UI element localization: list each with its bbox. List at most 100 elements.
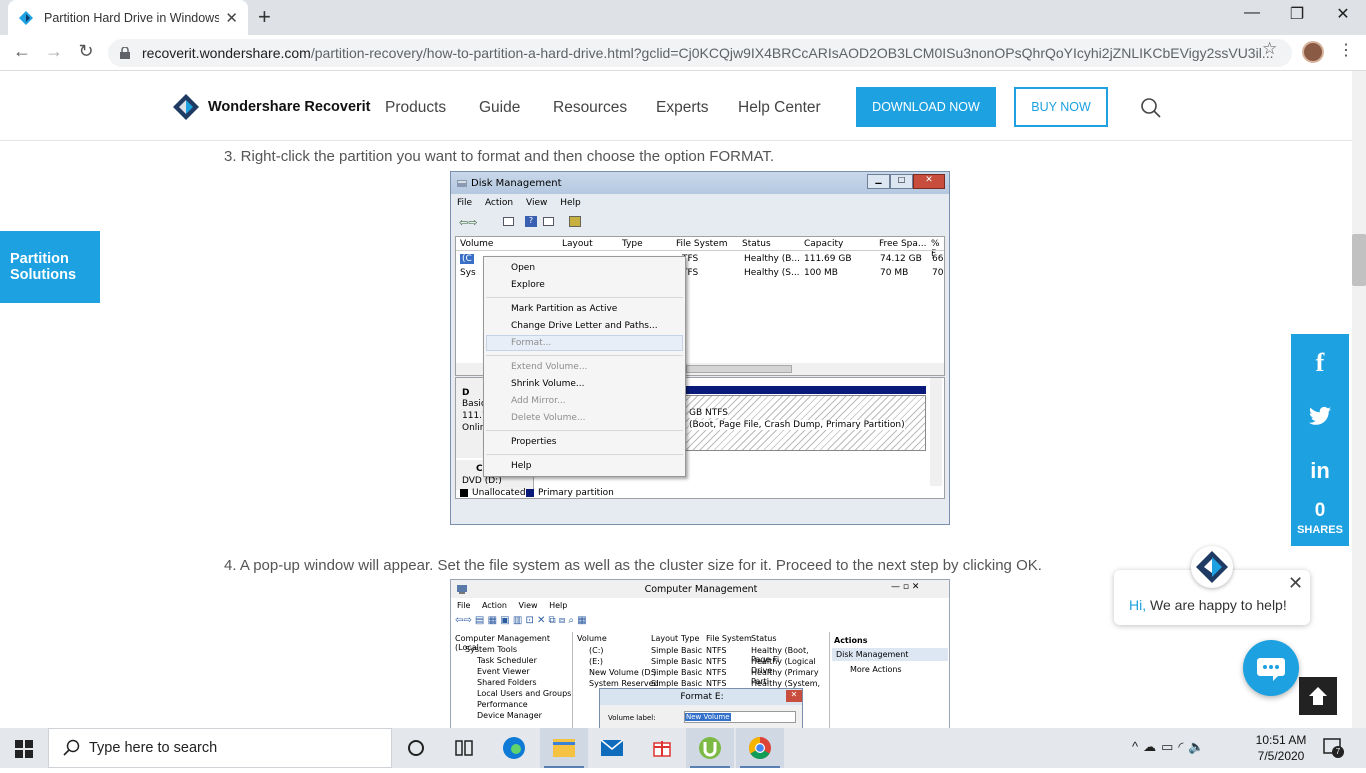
scroll-to-top-button[interactable] — [1299, 677, 1337, 715]
chat-close-icon[interactable]: ✕ — [1288, 573, 1303, 594]
linkedin-icon[interactable]: in — [1291, 458, 1349, 484]
url-path: /partition-recovery/how-to-partition-a-h… — [310, 45, 1274, 61]
cm-row-c-volume: (C:) — [589, 646, 604, 655]
task-view-cortana-icon[interactable] — [392, 728, 440, 768]
dm-col-status: Status — [742, 239, 771, 249]
cm-toolbar-icons: ⇦⇨ ▤ ▦ ▣ ▥ ⊡ ✕ ⧉ ⧈ ⌕ ▦ — [455, 615, 587, 626]
dm-partition-block: GB NTFS (Boot, Page File, Crash Dump, Pr… — [676, 395, 926, 451]
cm-row-e-layout: Simple — [651, 657, 679, 666]
cm-tree-system-tools: System Tools — [465, 645, 518, 654]
cm-tree: Computer Management (Local System Tools … — [453, 632, 573, 728]
cm-window-buttons-icon: — ▫ ✕ — [891, 582, 920, 592]
dm-row-c-free: 74.12 GB — [880, 254, 922, 264]
cm-actions-title: Actions — [834, 636, 868, 645]
forward-icon[interactable]: → — [42, 41, 66, 62]
file-explorer-icon[interactable] — [540, 728, 588, 768]
gift-app-icon[interactable] — [638, 728, 686, 768]
tab-close-icon[interactable]: ✕ — [225, 9, 238, 27]
recoverit-favicon-icon — [19, 10, 33, 25]
cm-row-c-fs: NTFS — [706, 646, 727, 655]
dm-row-c-status: Healthy (B... — [744, 254, 801, 264]
search-icon[interactable] — [1140, 97, 1162, 119]
ctx-separator — [486, 454, 683, 455]
cm-actions-disk-management: Disk Management — [832, 648, 948, 661]
nav-products[interactable]: Products — [385, 99, 446, 117]
ctx-add-mirror: Add Mirror... — [511, 396, 566, 406]
dm-col-layout: Layout — [562, 239, 593, 249]
page-scrollbar[interactable] — [1352, 71, 1366, 728]
url-host: recoverit.wondershare.com — [142, 45, 311, 61]
buy-now-button[interactable]: BUY NOW — [1014, 87, 1108, 127]
nav-guide[interactable]: Guide — [479, 99, 520, 117]
ctx-separator — [486, 355, 683, 356]
site-header: Wondershare Recoverit Products Guide Res… — [0, 71, 1352, 141]
dm-row-sys-status: Healthy (S... — [744, 268, 800, 278]
chat-bubble-icon — [1257, 658, 1285, 681]
chrome-icon[interactable] — [736, 728, 784, 768]
dm-col-free: Free Spa... — [879, 239, 927, 249]
mail-icon[interactable] — [588, 728, 636, 768]
ctx-format: Format... — [511, 338, 552, 348]
download-now-button[interactable]: DOWNLOAD NOW — [856, 87, 996, 127]
cm-format-title: Format E: — [680, 692, 724, 702]
cm-row-e-fs: NTFS — [706, 657, 727, 666]
dm-menubar: File Action View Help — [457, 198, 581, 208]
dm-col-volume: Volume — [460, 239, 494, 249]
site-logo[interactable]: Wondershare Recoverit — [172, 93, 371, 121]
notification-center-icon[interactable]: 7 — [1322, 736, 1346, 760]
page-scrollbar-thumb[interactable] — [1352, 234, 1366, 286]
windows-start-icon[interactable] — [15, 740, 33, 758]
new-tab-icon[interactable]: + — [258, 4, 271, 30]
dm-header-divider — [456, 250, 944, 251]
twitter-icon[interactable] — [1309, 406, 1331, 426]
nav-help-center[interactable]: Help Center — [738, 99, 821, 117]
dm-list-icon — [503, 217, 514, 226]
browser-tab[interactable]: Partition Hard Drive in Windows ✕ — [8, 0, 248, 35]
restore-icon[interactable]: ❐ — [1277, 4, 1317, 24]
taskbar-clock[interactable]: 10:51 AM 7/5/2020 — [1250, 732, 1312, 764]
ctx-mark-active: Mark Partition as Active — [511, 304, 618, 314]
task-view-icon[interactable] — [440, 728, 488, 768]
cm-tree-task-scheduler: Task Scheduler — [477, 656, 537, 665]
recoverit-logo-icon — [173, 94, 199, 120]
dm-menu-help: Help — [560, 198, 581, 208]
profile-avatar[interactable] — [1302, 41, 1324, 63]
dm-legend-primary-swatch — [526, 489, 534, 497]
dm-row-sys-capacity: 100 MB — [804, 268, 838, 278]
dm-row-sys-pct: 70 — [932, 268, 944, 278]
address-bar[interactable]: recoverit.wondershare.com/partition-reco… — [108, 39, 1292, 67]
window-close-icon[interactable]: ✕ — [1323, 4, 1363, 24]
cm-tree-local-users: Local Users and Groups — [477, 689, 572, 698]
chrome-menu-icon[interactable]: ⋮ — [1338, 40, 1354, 60]
dm-back-forward-icon: ⇦⇨ — [459, 216, 478, 229]
cm-menu-view: View — [518, 601, 538, 610]
bookmark-star-icon[interactable]: ☆ — [1262, 39, 1277, 59]
cm-volume-value: New Volume — [685, 713, 731, 721]
utorrent-icon[interactable] — [686, 728, 734, 768]
cm-menu-file: File — [457, 601, 471, 610]
cm-col-type: Type — [681, 634, 700, 643]
cm-row-d-type: Basic — [681, 668, 703, 677]
disk-management-icon — [457, 180, 467, 187]
partition-solutions-tab[interactable]: Partition Solutions — [0, 231, 100, 303]
dm-menu-action: Action — [484, 198, 514, 208]
dm-vscroll — [930, 378, 942, 486]
logo-text: Wondershare Recoverit — [208, 99, 371, 115]
cm-more-actions: More Actions — [850, 665, 902, 674]
facebook-icon[interactable]: f — [1291, 348, 1349, 378]
reload-icon[interactable]: ↻ — [74, 41, 98, 62]
system-tray-icons[interactable]: ^☁▭◜🔈 — [1132, 739, 1210, 755]
step-3-text: 3. Right-click the partition you want to… — [224, 148, 774, 165]
minimize-icon[interactable]: — — [1232, 4, 1272, 22]
taskbar-search-icon — [63, 739, 80, 756]
taskbar-search-box[interactable]: Type here to search — [48, 728, 392, 768]
nav-resources[interactable]: Resources — [553, 99, 627, 117]
edge-icon[interactable] — [490, 728, 538, 768]
chat-open-button[interactable] — [1243, 640, 1299, 696]
cm-row-c-type: Basic — [681, 646, 703, 655]
ctx-open: Open — [511, 263, 536, 273]
browser-toolbar: ← → ↻ recoverit.wondershare.com/partitio… — [0, 35, 1366, 71]
dm-row-c-volume: (C — [460, 254, 474, 264]
nav-experts[interactable]: Experts — [656, 99, 709, 117]
back-icon[interactable]: ← — [10, 41, 34, 62]
